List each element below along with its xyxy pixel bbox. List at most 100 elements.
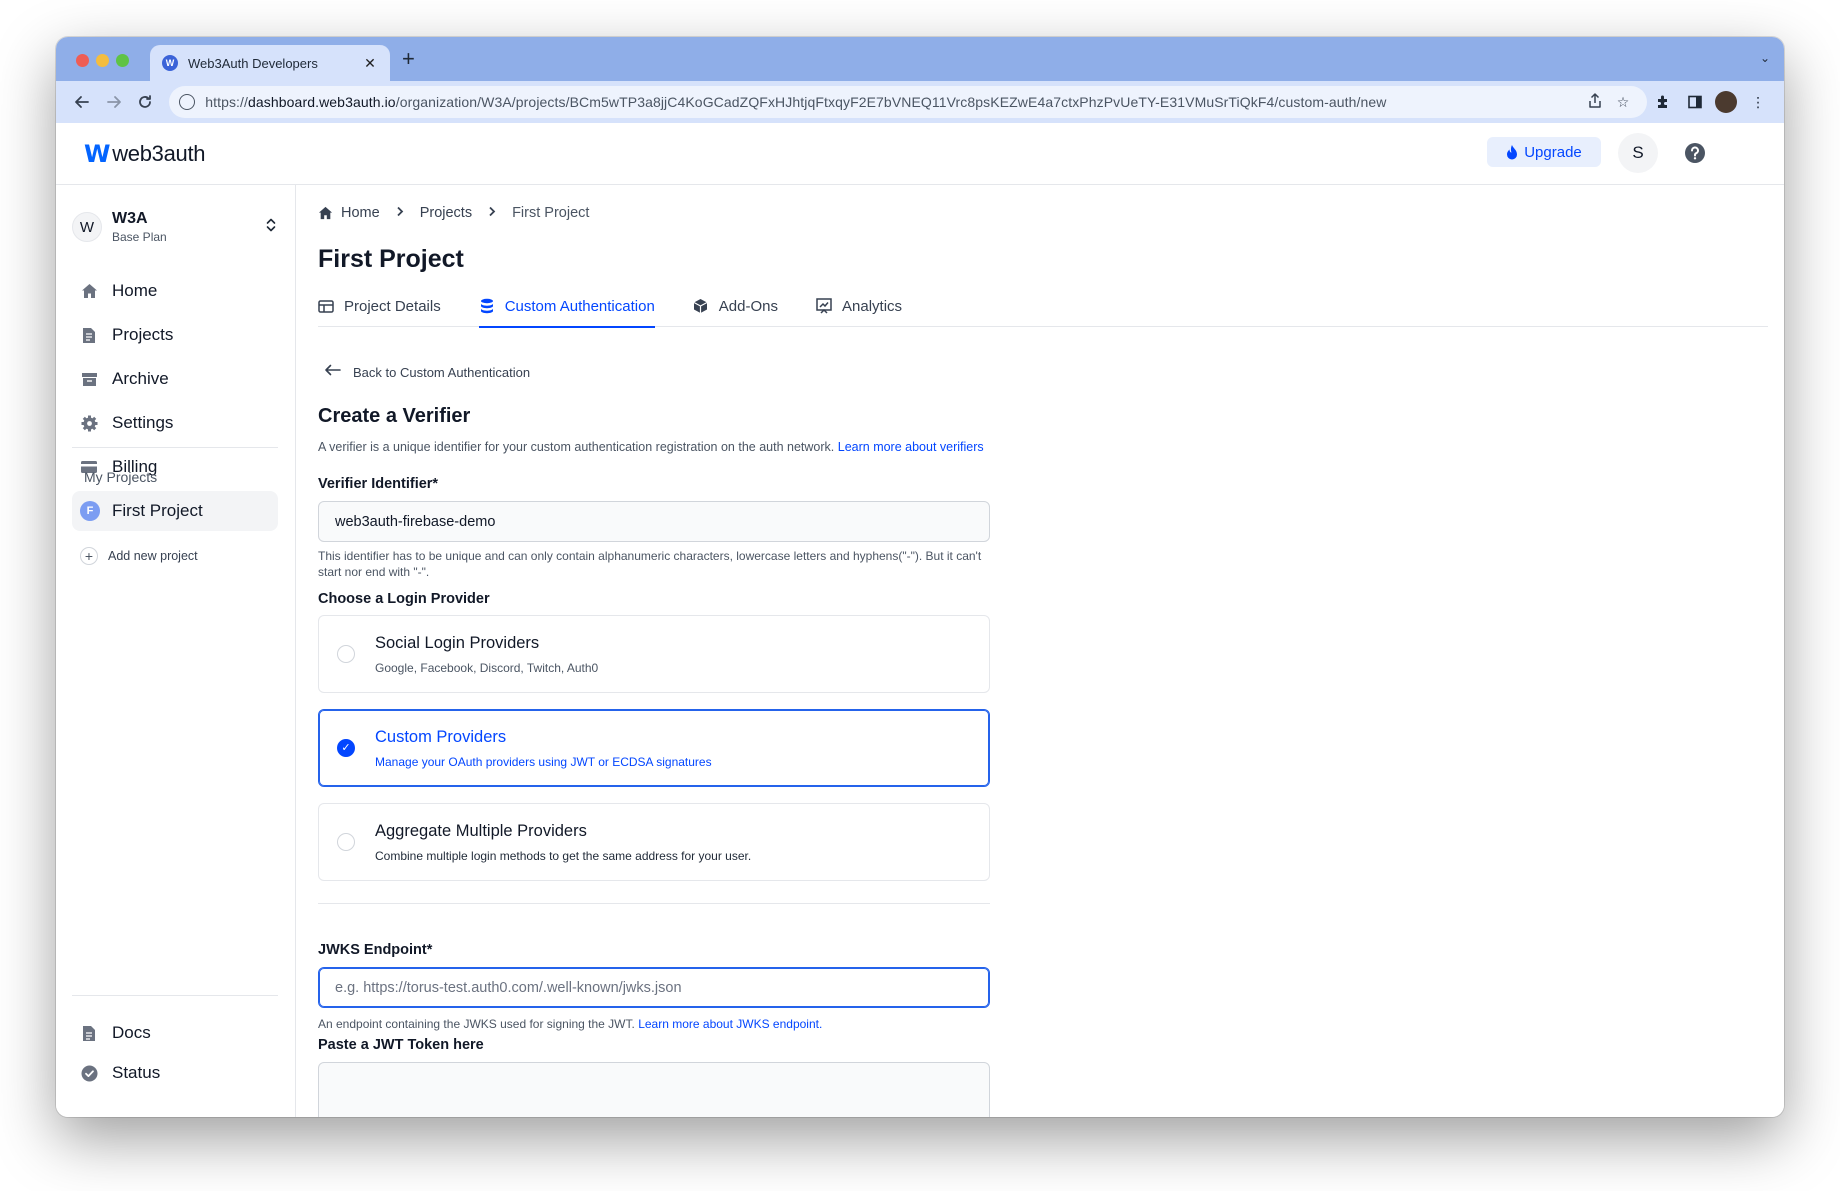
jwks-endpoint-input[interactable] [318,967,990,1008]
org-plan: Base Plan [112,230,167,244]
browser-menu-icon[interactable]: ⋮ [1742,86,1774,118]
document-icon [80,326,98,344]
custom-provider-radio[interactable]: ✓ [337,739,355,757]
breadcrumb-home[interactable]: Home [318,205,380,221]
sidebar-divider [72,447,278,448]
chevron-right-icon [396,206,404,220]
home-icon [318,206,333,220]
user-avatar-button[interactable]: S [1618,133,1658,173]
sidebar-item-status[interactable]: Status [72,1053,278,1093]
maximize-window-button[interactable] [116,54,129,67]
address-bar[interactable]: https://dashboard.web3auth.io/organizati… [169,86,1648,118]
web3auth-favicon-icon: W [162,55,178,71]
profile-avatar-icon[interactable] [1711,86,1743,118]
provider-option-aggregate[interactable]: Aggregate Multiple Providers Combine mul… [318,803,990,881]
minimize-window-button[interactable] [96,54,109,67]
side-panel-icon[interactable] [1679,86,1711,118]
learn-more-jwks-link[interactable]: Learn more about JWKS endpoint. [638,1017,822,1031]
sidebar-item-home[interactable]: Home [72,269,278,313]
provider-option-social[interactable]: Social Login Providers Google, Facebook,… [318,615,990,693]
jwks-help-text: An endpoint containing the JWKS used for… [318,1017,823,1031]
address-url: https://dashboard.web3auth.io/organizati… [205,94,1387,110]
section-divider [318,903,990,904]
sidebar-item-projects[interactable]: Projects [72,313,278,357]
org-switcher[interactable]: W W3A Base Plan [72,207,278,247]
verifier-identifier-input[interactable] [318,501,990,542]
add-project-label: Add new project [108,549,198,563]
social-provider-radio[interactable] [337,645,355,663]
tab-close-icon[interactable]: ✕ [362,55,378,72]
my-projects-heading: My Projects [84,469,158,485]
breadcrumb-current: First Project [512,205,590,221]
sidebar-project-first-project[interactable]: F First Project [72,491,278,531]
app-header: W web3auth Upgrade S [56,123,1784,185]
upgrade-button[interactable]: Upgrade [1487,137,1601,167]
help-circle-icon[interactable] [1682,140,1708,166]
add-new-project-button[interactable]: + Add new project [80,547,198,565]
gear-icon [80,414,98,432]
aggregate-provider-radio[interactable] [337,833,355,851]
breadcrumb-projects[interactable]: Projects [420,205,472,221]
browser-window: W Web3Auth Developers ✕ + ⌄ https://dash… [56,37,1784,1117]
org-avatar: W [72,212,102,242]
tab-project-details[interactable]: Project Details [318,285,441,327]
tab-analytics[interactable]: Analytics [816,285,902,327]
page-title: First Project [318,245,464,273]
org-name: W3A [112,210,148,227]
database-icon [479,298,495,314]
tab-custom-authentication[interactable]: Custom Authentication [478,285,655,328]
section-description: A verifier is a unique identifier for yo… [318,440,984,454]
arrow-left-icon [324,363,341,381]
verifier-help-text: This identifier has to be unique and can… [318,549,982,579]
browser-toolbar: https://dashboard.web3auth.io/organizati… [56,81,1784,123]
option-title: Aggregate Multiple Providers [375,821,587,840]
sidebar-divider-bottom [72,995,278,996]
sidebar-item-label: Status [112,1063,161,1082]
back-to-custom-auth-link[interactable]: Back to Custom Authentication [324,363,530,381]
check-circle-icon [80,1064,98,1082]
forward-arrow-icon[interactable] [98,86,130,118]
site-info-icon[interactable] [179,94,196,110]
sidebar-item-label: Docs [112,1023,151,1042]
jwks-endpoint-label: JWKS Endpoint* [318,942,433,958]
home-icon [80,282,98,300]
new-tab-icon[interactable]: + [402,47,415,71]
reload-icon[interactable] [129,86,161,118]
browser-tab-strip: W Web3Auth Developers ✕ + ⌄ [56,37,1784,81]
web3auth-dashboard: W web3auth Upgrade S W W3A Base Plan Hom… [56,123,1784,1117]
breadcrumb: Home Projects First Project [318,205,589,221]
learn-more-verifiers-link[interactable]: Learn more about verifiers [838,440,984,454]
sidebar-item-label: Home [112,281,158,300]
sidebar-item-settings[interactable]: Settings [72,401,278,445]
chevron-right-icon [488,206,496,220]
table-icon [318,298,334,314]
option-title: Social Login Providers [375,633,540,652]
browser-tab-active[interactable]: W Web3Auth Developers ✕ [150,45,390,81]
option-subtitle: Combine multiple login methods to get th… [375,848,752,863]
share-icon[interactable] [1581,92,1609,112]
sidebar-item-label: Settings [112,413,174,432]
sidebar-nav: Home Projects Archive Settings Billing [72,269,278,489]
project-tabs: Project Details Custom Authentication Ad… [318,285,1768,328]
sidebar-item-label: Projects [112,325,174,344]
jwt-token-textarea[interactable] [318,1062,990,1117]
upgrade-label: Upgrade [1524,143,1582,161]
sidebar-item-archive[interactable]: Archive [72,357,278,401]
bookmark-star-icon[interactable]: ☆ [1609,94,1637,111]
docs-document-icon [80,1024,98,1042]
logo-text: web3auth [112,141,206,166]
extensions-puzzle-icon[interactable] [1647,86,1679,118]
browser-tab-title: Web3Auth Developers [188,55,318,71]
web3auth-logo-icon: W [84,140,111,168]
web3auth-logo[interactable]: W web3auth [84,140,206,168]
tab-list-chevron-icon[interactable]: ⌄ [1760,51,1770,65]
sidebar-item-docs[interactable]: Docs [72,1013,278,1053]
provider-option-custom[interactable]: ✓ Custom Providers Manage your OAuth pro… [318,709,990,787]
cube-icon [693,298,709,314]
tab-add-ons[interactable]: Add-Ons [693,285,778,327]
option-subtitle: Google, Facebook, Discord, Twitch, Auth0 [375,660,599,675]
jwt-token-label: Paste a JWT Token here [318,1037,484,1053]
back-arrow-icon[interactable] [66,86,98,118]
chevron-up-down-icon[interactable] [264,217,278,238]
close-window-button[interactable] [76,54,89,67]
